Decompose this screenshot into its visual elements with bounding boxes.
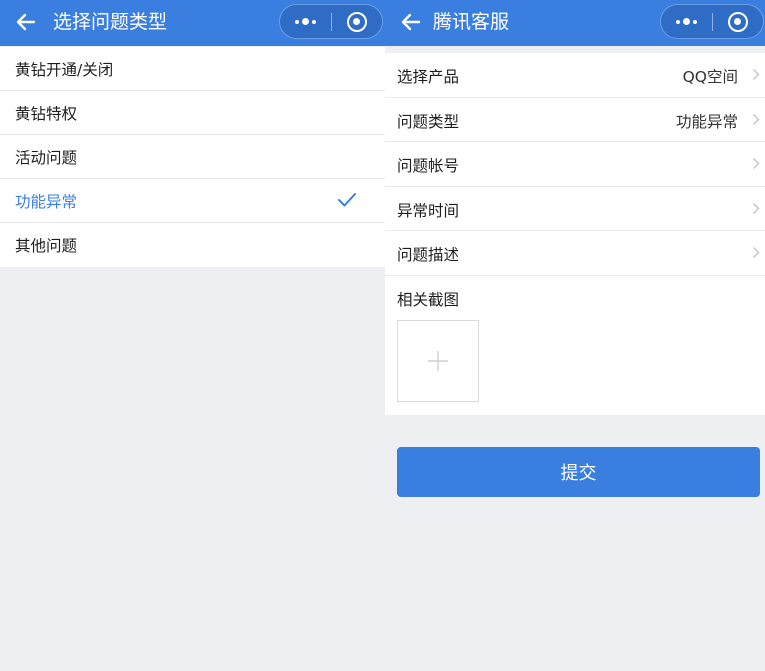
form-row-label: 问题类型	[397, 112, 460, 131]
target-circle-icon	[346, 11, 367, 32]
select-issue-type-screen: 选择问题类型 黄钻开通/关闭 黄钻特权 活动问题 功能异常 其他问题	[0, 0, 385, 671]
capsule-menu	[279, 4, 383, 39]
chevron-right-icon	[753, 69, 760, 80]
back-button[interactable]	[395, 7, 427, 37]
page-title: 选择问题类型	[53, 11, 168, 33]
form-row-description[interactable]: 问题描述	[385, 231, 765, 276]
option-row[interactable]: 活动问题	[0, 135, 385, 179]
option-row[interactable]: 黄钻特权	[0, 91, 385, 135]
form-row-time[interactable]: 异常时间	[385, 187, 765, 232]
add-screenshot-button[interactable]	[397, 320, 479, 402]
option-label: 功能异常	[15, 192, 78, 211]
option-row[interactable]: 黄钻开通/关闭	[0, 47, 385, 91]
chevron-right-icon	[753, 202, 760, 214]
close-miniprogram-button[interactable]	[712, 5, 763, 38]
form-row-label: 问题描述	[397, 246, 460, 265]
back-button[interactable]	[10, 7, 42, 37]
screenshot-label: 相关截图	[397, 291, 460, 309]
checkmark-icon	[338, 193, 356, 207]
issue-type-list: 黄钻开通/关闭 黄钻特权 活动问题 功能异常 其他问题	[0, 47, 385, 267]
support-form: 选择产品 QQ空间 问题类型 功能异常 问题帐号 异常时间 问题描述 相关截图	[385, 53, 765, 415]
option-row-selected[interactable]: 功能异常	[0, 179, 385, 223]
form-row-label: 选择产品	[397, 68, 460, 86]
form-row-account[interactable]: 问题帐号	[385, 142, 765, 187]
chevron-right-icon	[753, 247, 760, 259]
form-row-product[interactable]: 选择产品 QQ空间	[385, 53, 765, 98]
capsule-menu	[660, 4, 764, 39]
form-row-value: QQ空间	[682, 68, 738, 86]
more-button[interactable]	[280, 5, 331, 38]
page-title: 腾讯客服	[433, 11, 510, 33]
option-label: 活动问题	[15, 148, 78, 167]
chevron-right-icon	[753, 113, 760, 125]
more-dots-icon	[294, 18, 316, 25]
chevron-right-icon	[753, 158, 760, 170]
submit-button[interactable]: 提交	[397, 447, 760, 497]
option-row[interactable]: 其他问题	[0, 223, 385, 267]
arrow-left-icon	[401, 13, 421, 31]
arrow-left-icon	[16, 13, 36, 31]
more-dots-icon	[675, 18, 697, 25]
form-row-label: 异常时间	[397, 201, 460, 220]
form-row-value: 功能异常	[675, 112, 738, 131]
more-button[interactable]	[661, 5, 712, 38]
form-row-issue-type[interactable]: 问题类型 功能异常	[385, 98, 765, 143]
nav-bar: 腾讯客服	[385, 0, 765, 46]
nav-bar: 选择问题类型	[0, 0, 385, 46]
plus-icon	[428, 351, 448, 371]
tencent-support-screen: 腾讯客服 选择产品 QQ空间 问题类型 功能异常 问题帐号 异常时间 问题描述 …	[385, 0, 765, 671]
form-row-label: 问题帐号	[397, 157, 460, 176]
option-label: 黄钻特权	[15, 104, 78, 123]
option-label: 其他问题	[15, 237, 78, 255]
option-label: 黄钻开通/关闭	[15, 60, 114, 79]
target-circle-icon	[727, 11, 748, 32]
close-miniprogram-button[interactable]	[331, 5, 382, 38]
